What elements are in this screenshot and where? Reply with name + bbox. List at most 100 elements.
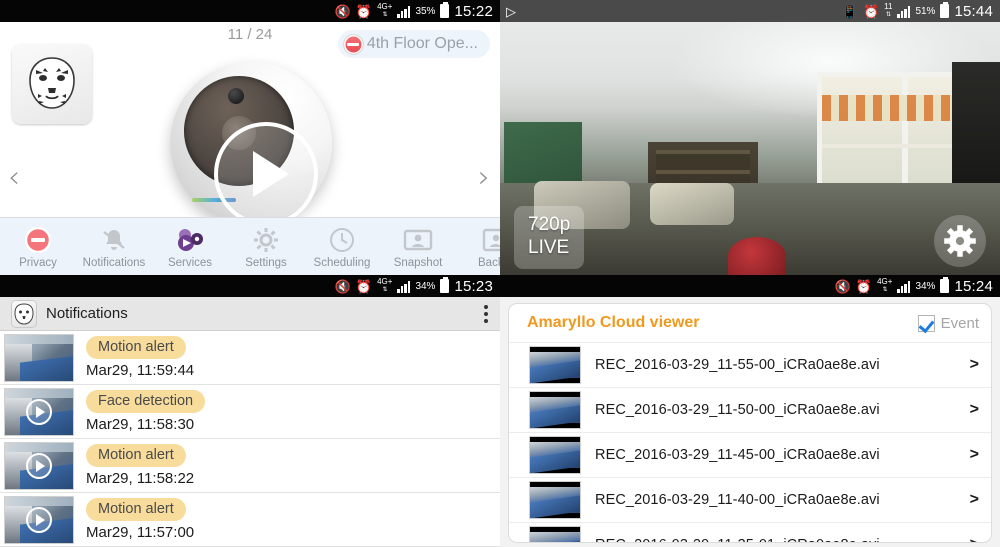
file-thumbnail[interactable] xyxy=(529,526,581,542)
file-thumbnail[interactable] xyxy=(529,436,581,474)
notifications-list[interactable]: Motion alert Mar29, 11:59:44 Face detect… xyxy=(0,331,500,547)
file-row[interactable]: REC_2016-03-29_11-50-00_iCRa0ae8e.avi > xyxy=(509,387,991,432)
gear-icon xyxy=(944,225,976,257)
status-badge: Face detection xyxy=(86,390,206,413)
status-bar-device: 🔇 ⏰ 4G+ ⇅ 35% 15:22 xyxy=(0,0,500,22)
chevron-right-icon[interactable]: > xyxy=(970,401,979,419)
notification-text: Motion alert Mar29, 11:58:22 xyxy=(86,444,194,487)
toolbar-item-notifications[interactable]: Notifications xyxy=(76,218,152,275)
chevron-right-icon[interactable]: > xyxy=(970,446,979,464)
file-row[interactable]: REC_2016-03-29_11-45-00_iCRa0ae8e.avi > xyxy=(509,432,991,477)
privacy-status-pill[interactable]: 4th Floor Ope... xyxy=(337,30,490,58)
battery-percent: 35% xyxy=(415,5,436,17)
alarm-icon: ⏰ xyxy=(862,3,880,19)
toolbar-item-privacy[interactable]: Privacy xyxy=(0,218,76,275)
vibrate-icon: 📱 xyxy=(841,3,858,19)
live-video-stream[interactable]: 720p LIVE xyxy=(500,22,1000,275)
camera-person-icon xyxy=(403,225,433,255)
network-4g-icon: 4G+ ⇅ xyxy=(377,277,393,294)
toolbar-label: Notifications xyxy=(82,256,146,269)
list-item[interactable]: Face detection Mar29, 11:58:30 xyxy=(0,385,500,439)
toolbar-label: Scheduling xyxy=(313,256,371,269)
alarm-icon: ⏰ xyxy=(355,3,373,19)
stream-state: LIVE xyxy=(528,237,570,259)
page-title: Amaryllo Cloud viewer xyxy=(527,314,700,331)
play-button[interactable] xyxy=(214,122,318,226)
status-bar-live: ▷ 📱 ⏰ 11 ⇅ 51% 15:44 xyxy=(500,0,1000,22)
background-icon xyxy=(479,225,500,255)
play-triangle-icon xyxy=(253,151,289,197)
toolbar-label: Backg xyxy=(478,256,500,269)
tiger-logo-icon xyxy=(12,44,92,124)
signal-icon xyxy=(397,280,411,293)
checkbox-icon[interactable] xyxy=(917,314,935,332)
file-name: REC_2016-03-29_11-35-01_iCRa0ae8e.avi xyxy=(595,537,880,542)
play-icon[interactable] xyxy=(26,398,52,425)
signal-icon xyxy=(897,5,911,18)
notification-thumbnail[interactable] xyxy=(4,495,74,544)
list-item[interactable]: Motion alert Mar29, 11:57:00 xyxy=(0,493,500,547)
cloud-viewer-panel: 🔇 ⏰ 4G+ ⇅ 34% 15:24 Amaryllo Cloud viewer… xyxy=(500,275,1000,547)
clock-time: 15:23 xyxy=(454,277,493,295)
battery-icon xyxy=(940,276,950,293)
network-4g-icon: 4G+ ⇅ xyxy=(877,277,893,294)
camera-sensor-dot xyxy=(228,88,244,104)
play-icon[interactable] xyxy=(26,452,52,479)
file-name: REC_2016-03-29_11-55-00_iCRa0ae8e.avi xyxy=(595,357,880,373)
mute-icon: 🔇 xyxy=(834,278,851,294)
battery-icon xyxy=(940,1,950,18)
toolbar-label: Settings xyxy=(245,256,287,269)
notification-text: Motion alert Mar29, 11:57:00 xyxy=(86,498,194,541)
device-toolbar: Privacy Notifications Services Settings xyxy=(0,217,500,275)
settings-button[interactable] xyxy=(934,215,986,267)
chevron-right-icon[interactable]: > xyxy=(970,536,979,542)
camera-device-image[interactable] xyxy=(170,62,332,226)
file-thumbnail[interactable] xyxy=(529,481,581,519)
file-thumbnail[interactable] xyxy=(529,391,581,429)
tiger-logo-icon xyxy=(12,300,36,327)
gear-icon xyxy=(251,225,281,255)
file-row[interactable]: REC_2016-03-29_11-55-00_iCRa0ae8e.avi > xyxy=(509,342,991,387)
notification-timestamp: Mar29, 11:58:30 xyxy=(86,416,195,433)
toolbar-item-services[interactable]: Services xyxy=(152,218,228,275)
file-row[interactable]: REC_2016-03-29_11-40-00_iCRa0ae8e.avi > xyxy=(509,477,991,522)
next-device-arrow[interactable]: › xyxy=(478,160,490,195)
app-screenshot-collage: 🔇 ⏰ 4G+ ⇅ 35% 15:22 11 / 24 4th Floor Op… xyxy=(0,0,1000,547)
notification-thumbnail[interactable] xyxy=(4,441,74,490)
play-icon[interactable] xyxy=(26,506,52,533)
event-filter-label: Event xyxy=(940,314,979,332)
list-item[interactable]: Motion alert Mar29, 11:58:22 xyxy=(0,439,500,493)
toolbar-item-background[interactable]: Backg xyxy=(456,218,500,275)
notification-timestamp: Mar29, 11:58:22 xyxy=(86,470,195,487)
toolbar-item-snapshot[interactable]: Snapshot xyxy=(380,218,456,275)
file-name: REC_2016-03-29_11-50-00_iCRa0ae8e.avi xyxy=(595,402,880,418)
chevron-right-icon[interactable]: > xyxy=(970,491,979,509)
mute-icon: 🔇 xyxy=(334,278,351,294)
battery-percent: 34% xyxy=(915,280,936,292)
status-bar-cloud: 🔇 ⏰ 4G+ ⇅ 34% 15:24 xyxy=(500,275,1000,297)
notification-thumbnail[interactable] xyxy=(4,387,74,436)
bell-off-icon xyxy=(99,225,129,255)
toolbar-item-settings[interactable]: Settings xyxy=(228,218,304,275)
services-icon xyxy=(175,225,205,255)
notification-thumbnail[interactable] xyxy=(4,333,74,382)
battery-icon xyxy=(440,276,450,293)
notification-text: Face detection Mar29, 11:58:30 xyxy=(86,390,206,433)
file-row[interactable]: REC_2016-03-29_11-35-01_iCRa0ae8e.avi > xyxy=(509,522,991,542)
stream-resolution: 720p xyxy=(528,213,571,235)
overflow-menu-icon[interactable] xyxy=(484,304,488,323)
list-item[interactable]: Motion alert Mar29, 11:59:44 xyxy=(0,331,500,385)
notification-timestamp: Mar29, 11:59:44 xyxy=(86,362,195,379)
chevron-right-icon[interactable]: > xyxy=(970,356,979,374)
status-badge: Motion alert xyxy=(86,498,186,521)
status-badge: Motion alert xyxy=(86,336,186,359)
battery-icon xyxy=(440,1,450,18)
prev-device-arrow[interactable]: ‹ xyxy=(8,160,20,195)
event-filter-checkbox[interactable]: Event xyxy=(917,314,979,332)
file-thumbnail[interactable] xyxy=(529,346,581,384)
signal-icon xyxy=(397,5,411,18)
battery-percent: 51% xyxy=(915,5,936,17)
network-icon: 11 ⇅ xyxy=(884,2,893,19)
toolbar-item-scheduling[interactable]: Scheduling xyxy=(304,218,380,275)
alarm-icon: ⏰ xyxy=(355,278,373,294)
